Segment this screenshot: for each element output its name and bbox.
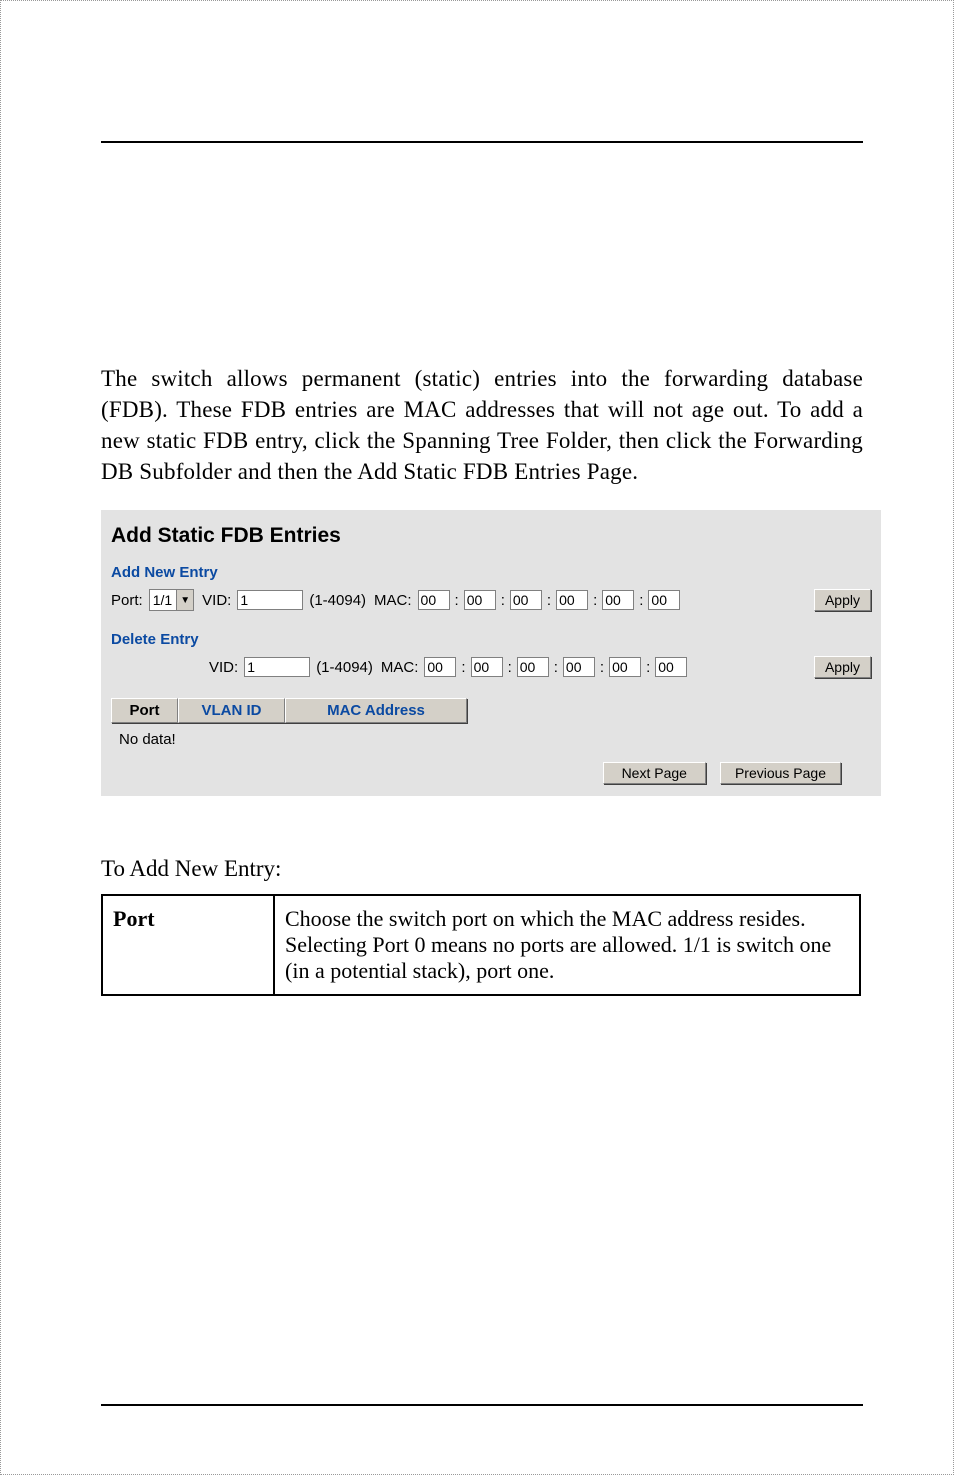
colon-separator: :: [593, 592, 597, 609]
table-caption: To Add New Entry:: [101, 856, 863, 882]
vid-label: VID:: [202, 592, 231, 609]
panel-title: Add Static FDB Entries: [111, 520, 871, 558]
mac-label-del: MAC:: [381, 659, 419, 676]
add-mac-octet-3[interactable]: [556, 590, 588, 610]
colon-separator: :: [554, 659, 558, 676]
vid-input-del[interactable]: [244, 657, 310, 677]
col-mac: MAC Address: [285, 698, 467, 723]
delete-apply-button[interactable]: Apply: [814, 656, 871, 678]
delete-entry-row: VID: (1-4094) MAC: : : : : : Apply: [111, 654, 871, 692]
col-vlan: VLAN ID: [178, 698, 285, 723]
chevron-down-icon: ▼: [176, 590, 193, 610]
add-entry-row: Port: 1/1 ▼ VID: (1-4094) MAC: : : : : :…: [111, 587, 871, 625]
colon-separator: :: [501, 592, 505, 609]
definition-table: Port Choose the switch port on which the…: [101, 894, 861, 996]
del-mac-octet-5[interactable]: [655, 657, 687, 677]
body-paragraph: The switch allows permanent (static) ent…: [101, 363, 863, 487]
colon-separator: :: [600, 659, 604, 676]
next-page-button[interactable]: Next Page: [603, 762, 706, 784]
port-select[interactable]: 1/1 ▼: [149, 589, 194, 611]
def-port-label: Port: [102, 895, 274, 995]
divider-bottom: [101, 1404, 863, 1406]
del-mac-octet-4[interactable]: [609, 657, 641, 677]
del-mac-octet-2[interactable]: [517, 657, 549, 677]
colon-separator: :: [639, 592, 643, 609]
previous-page-button[interactable]: Previous Page: [720, 762, 841, 784]
colon-separator: :: [646, 659, 650, 676]
divider-top: [101, 141, 863, 143]
del-mac-octet-3[interactable]: [563, 657, 595, 677]
vid-range-label-del: (1-4094): [316, 659, 373, 676]
vid-label-del: VID:: [209, 659, 238, 676]
del-mac-octet-1[interactable]: [471, 657, 503, 677]
port-label: Port:: [111, 592, 143, 609]
add-entry-heading: Add New Entry: [111, 558, 871, 587]
colon-separator: :: [508, 659, 512, 676]
add-mac-octet-1[interactable]: [464, 590, 496, 610]
vid-input[interactable]: [237, 590, 303, 610]
delete-entry-heading: Delete Entry: [111, 625, 871, 654]
add-apply-button[interactable]: Apply: [814, 589, 871, 611]
add-mac-octet-2[interactable]: [510, 590, 542, 610]
fdb-panel: Add Static FDB Entries Add New Entry Por…: [101, 510, 881, 796]
table-row: Port Choose the switch port on which the…: [102, 895, 860, 995]
fdb-table-header: Port VLAN ID MAC Address: [111, 698, 467, 723]
port-select-value: 1/1: [150, 592, 176, 608]
colon-separator: :: [455, 592, 459, 609]
document-page: The switch allows permanent (static) ent…: [0, 0, 954, 1475]
colon-separator: :: [547, 592, 551, 609]
add-mac-octet-0[interactable]: [418, 590, 450, 610]
colon-separator: :: [461, 659, 465, 676]
col-port: Port: [111, 698, 178, 723]
add-mac-octet-5[interactable]: [648, 590, 680, 610]
def-port-text: Choose the switch port on which the MAC …: [274, 895, 860, 995]
no-data-text: No data!: [111, 723, 871, 762]
del-mac-octet-0[interactable]: [424, 657, 456, 677]
mac-label: MAC:: [374, 592, 412, 609]
vid-range-label: (1-4094): [309, 592, 366, 609]
add-mac-octet-4[interactable]: [602, 590, 634, 610]
pager: Next Page Previous Page: [111, 762, 871, 784]
